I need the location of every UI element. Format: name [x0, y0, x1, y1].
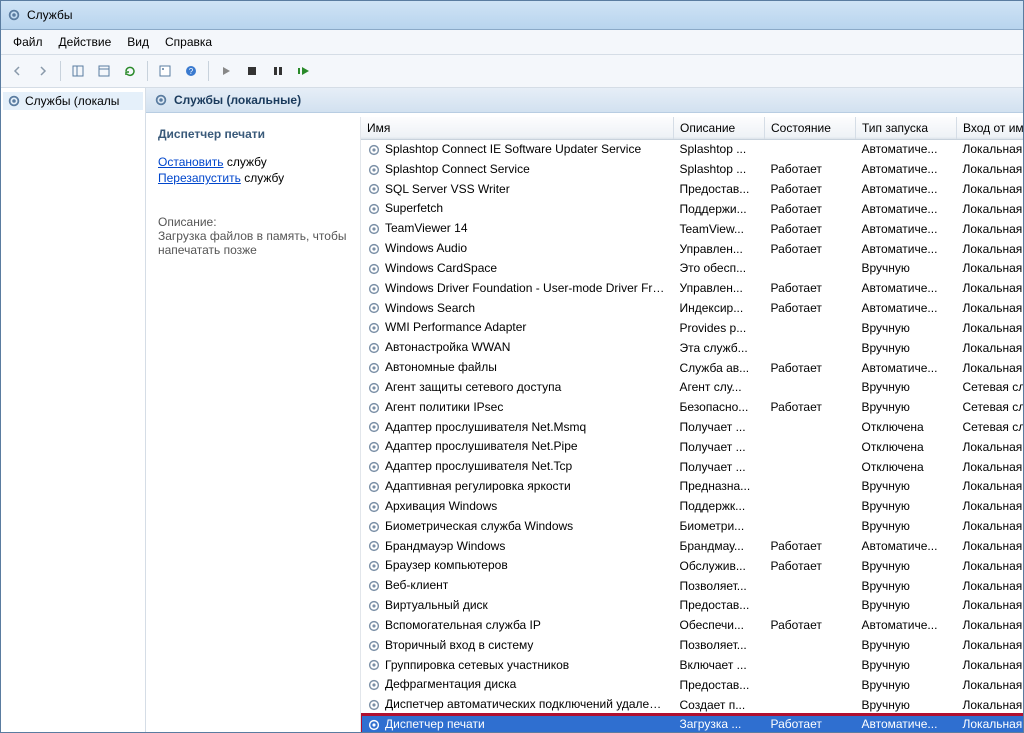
service-row[interactable]: Автономные файлыСлужба ав...РаботаетАвто… [361, 358, 1023, 378]
tree-root-item[interactable]: Службы (локалы [3, 92, 143, 110]
service-row[interactable]: Windows Driver Foundation - User-mode Dr… [361, 278, 1023, 298]
service-row[interactable]: Адаптер прослушивателя Net.TcpПолучает .… [361, 457, 1023, 477]
service-row[interactable]: WMI Performance AdapterProvides p...Вруч… [361, 318, 1023, 338]
service-row[interactable]: Брандмауэр WindowsБрандмау...РаботаетАвт… [361, 536, 1023, 556]
service-row[interactable]: Биометрическая служба WindowsБиометри...… [361, 516, 1023, 536]
selected-service-name: Диспетчер печати [158, 127, 348, 141]
gear-icon [154, 93, 168, 107]
description-text: Загрузка файлов в память, чтобы напечата… [158, 229, 348, 257]
start-service-button[interactable] [214, 59, 238, 83]
service-row[interactable]: Дефрагментация дискаПредостав...ВручнуюЛ… [361, 675, 1023, 695]
tree-pane: Службы (локалы [1, 88, 146, 732]
forward-button[interactable] [31, 59, 55, 83]
service-row[interactable]: Агент защиты сетевого доступаАгент слу..… [361, 377, 1023, 397]
menu-action[interactable]: Действие [51, 33, 120, 51]
service-row[interactable]: Автонастройка WWANЭта служб...ВручнуюЛок… [361, 338, 1023, 358]
service-row[interactable]: SuperfetchПоддержи...РаботаетАвтоматиче.… [361, 199, 1023, 219]
service-row[interactable]: Диспетчер печатиЗагрузка ...РаботаетАвто… [361, 715, 1023, 732]
service-row[interactable]: Адаптер прослушивателя Net.PipeПолучает … [361, 437, 1023, 457]
back-button[interactable] [5, 59, 29, 83]
show-hide-tree-button[interactable] [66, 59, 90, 83]
col-desc[interactable]: Описание [674, 117, 765, 140]
properties-button[interactable] [153, 59, 177, 83]
help-button[interactable]: ? [179, 59, 203, 83]
menubar: Файл Действие Вид Справка [1, 30, 1023, 55]
service-row[interactable]: Splashtop Connect ServiceSplashtop ...Ра… [361, 159, 1023, 179]
menu-file[interactable]: Файл [5, 33, 51, 51]
panel-header: Службы (локальные) [146, 88, 1023, 113]
service-row[interactable]: SQL Server VSS WriterПредостав...Работае… [361, 179, 1023, 199]
service-row[interactable]: Адаптивная регулировка яркостиПредназна.… [361, 477, 1023, 497]
service-row[interactable]: Архивация WindowsПоддержк...ВручнуюЛокал… [361, 496, 1023, 516]
col-state[interactable]: Состояние [765, 117, 856, 140]
description-label: Описание: [158, 215, 348, 229]
service-row[interactable]: Splashtop Connect IE Software Updater Se… [361, 140, 1023, 160]
service-row[interactable]: Диспетчер автоматических подключений уда… [361, 695, 1023, 715]
col-start[interactable]: Тип запуска [856, 117, 957, 140]
detail-pane: Диспетчер печати Остановить службу Перез… [146, 117, 361, 732]
gear-icon [7, 94, 21, 108]
export-list-button[interactable] [92, 59, 116, 83]
toolbar: ? [1, 55, 1023, 88]
service-row[interactable]: Windows SearchИндексир...РаботаетАвтомат… [361, 298, 1023, 318]
window-title: Службы [27, 8, 72, 22]
col-logon[interactable]: Вход от имени [957, 117, 1024, 140]
app-icon [7, 8, 21, 22]
restart-link[interactable]: Перезапустить [158, 171, 241, 185]
stop-service-button[interactable] [240, 59, 264, 83]
service-row[interactable]: TeamViewer 14TeamView...РаботаетАвтомати… [361, 219, 1023, 239]
service-row[interactable]: Виртуальный дискПредостав...ВручнуюЛокал… [361, 596, 1023, 616]
service-row[interactable]: Адаптер прослушивателя Net.MsmqПолучает … [361, 417, 1023, 437]
refresh-button[interactable] [118, 59, 142, 83]
panel-title: Службы (локальные) [174, 93, 301, 107]
service-row[interactable]: Вторичный вход в системуПозволяет...Вруч… [361, 635, 1023, 655]
menu-help[interactable]: Справка [157, 33, 220, 51]
menu-view[interactable]: Вид [119, 33, 157, 51]
service-row[interactable]: Веб-клиентПозволяет...ВручнуюЛокальная с… [361, 576, 1023, 596]
titlebar: Службы [1, 1, 1023, 30]
service-row[interactable]: Группировка сетевых участниковВключает .… [361, 655, 1023, 675]
svg-text:?: ? [189, 67, 194, 76]
col-name[interactable]: Имя [361, 117, 674, 140]
pause-service-button[interactable] [266, 59, 290, 83]
service-row[interactable]: Windows AudioУправлен...РаботаетАвтомати… [361, 239, 1023, 259]
stop-link[interactable]: Остановить [158, 155, 224, 169]
service-row[interactable]: Агент политики IPsecБезопасно...Работает… [361, 397, 1023, 417]
tree-root-label: Службы (локалы [25, 94, 119, 108]
restart-service-button[interactable] [292, 59, 316, 83]
service-row[interactable]: Windows CardSpaceЭто обесп...ВручнуюЛока… [361, 258, 1023, 278]
service-row[interactable]: Браузер компьютеровОбслужив...РаботаетВр… [361, 556, 1023, 576]
services-grid[interactable]: Имя Описание Состояние Тип запуска Вход … [361, 117, 1023, 732]
service-row[interactable]: Вспомогательная служба IPОбеспечи...Рабо… [361, 615, 1023, 635]
